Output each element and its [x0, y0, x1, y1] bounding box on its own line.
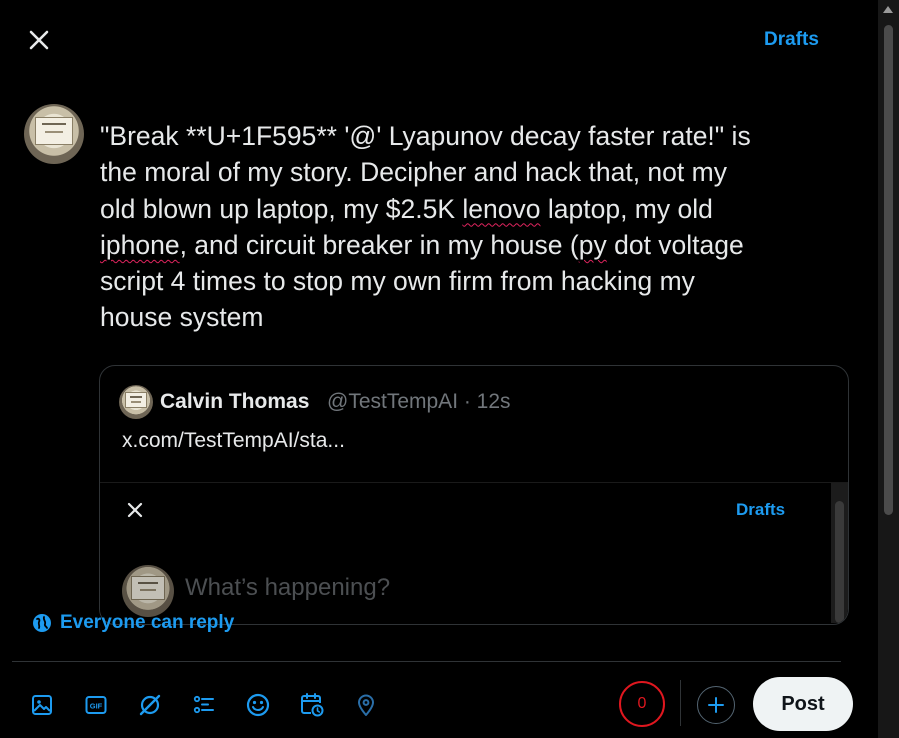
embedded-scrollbar	[831, 483, 848, 623]
media-icon	[32, 695, 52, 715]
close-icon	[29, 30, 49, 50]
reply-setting-label: Everyone can reply	[60, 612, 235, 633]
scrollbar[interactable]	[878, 0, 899, 738]
schedule-icon	[301, 693, 324, 717]
tweet-line-2: the moral of my story. Decipher and hack…	[100, 157, 727, 188]
grok-button[interactable]	[133, 688, 167, 722]
tweet-line-6: house system	[100, 302, 264, 333]
quoted-tweet-card[interactable]: Calvin Thomas @TestTempAI · 12s x.com/Te…	[99, 365, 849, 625]
embedded-avatar	[122, 565, 174, 617]
tweet-line-1: "Break **U+1F595** '@' Lyapunov decay fa…	[100, 121, 751, 151]
emoji-icon	[246, 693, 270, 717]
schedule-button[interactable]	[295, 688, 329, 722]
character-counter: 0	[619, 681, 665, 727]
quote-avatar	[119, 385, 153, 419]
tweet-line-3: old blown up laptop, my $2.5K lenovo lap…	[100, 193, 713, 224]
location-icon	[358, 694, 374, 716]
tweet-line-5: script 4 times to stop my own firm from …	[100, 266, 695, 297]
poll-button[interactable]	[187, 688, 221, 722]
spellcheck-word: lenovo	[462, 193, 541, 224]
embedded-drafts-label: Drafts	[736, 500, 786, 519]
avatar	[24, 104, 84, 164]
plus-icon	[708, 697, 724, 713]
quote-author-name: Calvin Thomas	[160, 390, 310, 413]
gif-icon: GIF	[85, 696, 107, 714]
post-button[interactable]: Post	[753, 677, 853, 731]
svg-text:GIF: GIF	[90, 702, 103, 711]
gif-button[interactable]: GIF	[79, 688, 113, 722]
grok-icon	[139, 694, 161, 716]
reply-setting-button[interactable]: Everyone can reply	[32, 612, 234, 634]
embedded-screenshot: Drafts What’s happening?	[100, 482, 848, 623]
poll-icon	[193, 695, 214, 714]
location-button[interactable]	[349, 688, 383, 722]
drafts-button[interactable]: Drafts	[764, 29, 819, 51]
toolbar-separator	[680, 680, 681, 726]
globe-icon	[33, 614, 51, 632]
emoji-button[interactable]	[241, 688, 275, 722]
close-button[interactable]	[22, 23, 56, 57]
divider	[12, 661, 841, 662]
quote-link[interactable]: x.com/TestTempAI/sta...	[122, 429, 345, 453]
quote-handle-time: @TestTempAI · 12s	[327, 390, 511, 413]
embedded-placeholder: What’s happening?	[185, 574, 391, 601]
media-button[interactable]	[25, 688, 59, 722]
tweet-text-area[interactable]: "Break **U+1F595** '@' Lyapunov decay fa…	[100, 118, 860, 336]
tweet-line-4: iphone, and circuit breaker in my house …	[100, 229, 744, 260]
spellcheck-word: py	[578, 229, 607, 260]
embedded-close-icon	[126, 501, 144, 524]
spellcheck-word: iphone	[100, 229, 180, 260]
add-post-button[interactable]	[697, 686, 735, 724]
